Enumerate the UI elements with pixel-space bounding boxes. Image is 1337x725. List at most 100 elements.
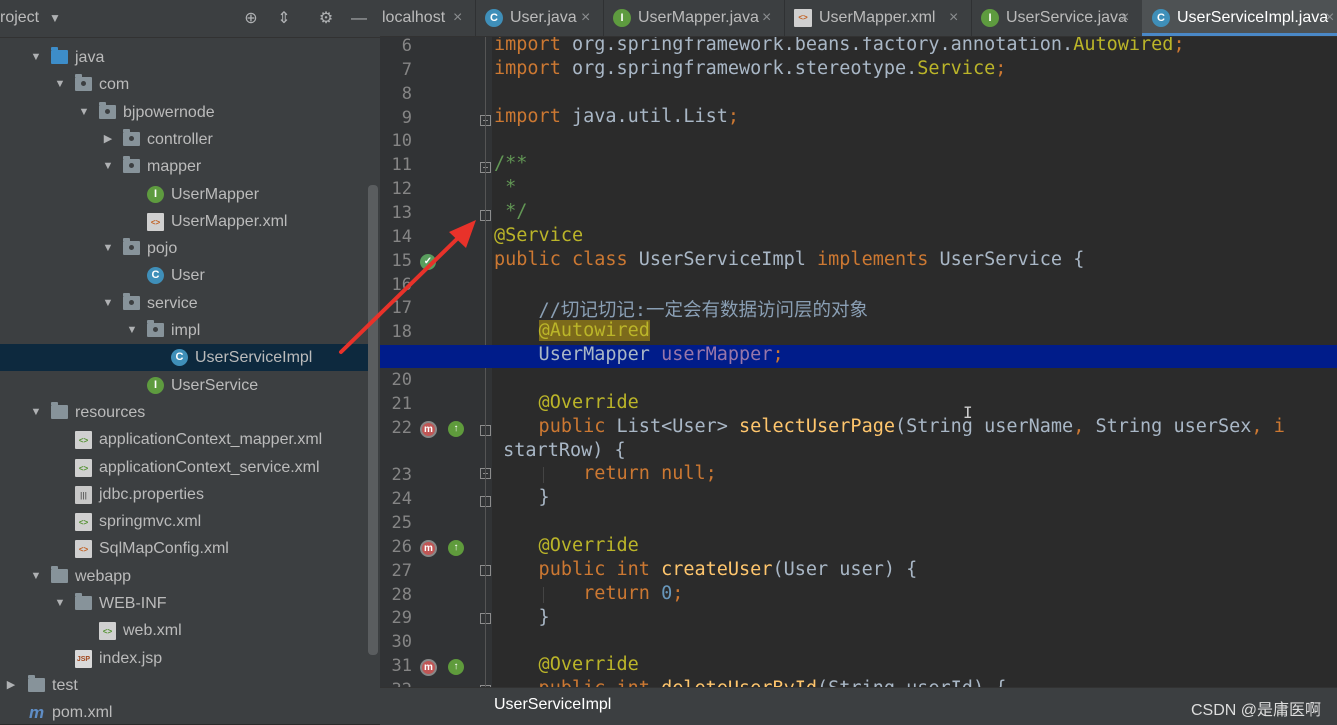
collapse-arrow-icon[interactable]: ▶: [101, 126, 115, 153]
tree-item-label: WEB-INF: [99, 595, 167, 612]
package-icon: [99, 101, 116, 119]
code-editor[interactable]: 6789101112131415161718192021222324252627…: [380, 37, 1337, 687]
close-icon[interactable]: ×: [949, 0, 958, 36]
tree-item[interactable]: ▼ WEB-INF: [0, 590, 368, 617]
override-up-icon[interactable]: ↑: [448, 539, 464, 556]
folder-icon: [51, 47, 68, 64]
xml-file-icon: <>: [75, 458, 92, 477]
project-title[interactable]: roject: [0, 9, 39, 27]
expand-arrow-icon[interactable]: ▼: [101, 153, 115, 180]
interface-icon: I: [981, 9, 999, 27]
tree-item[interactable]: <> springmvc.xml: [0, 508, 368, 535]
tree-scrollbar[interactable]: [368, 185, 378, 655]
editor-tab[interactable]: localhost ×: [380, 0, 476, 36]
tree-item[interactable]: C UserServiceImpl: [0, 344, 368, 372]
expand-arrow-icon[interactable]: ▼: [53, 71, 67, 98]
spring-bean-icon[interactable]: ✓: [420, 253, 436, 270]
tree-item[interactable]: ▼ impl: [0, 317, 368, 344]
xml-file-icon: <>: [147, 212, 164, 231]
expand-arrow-icon[interactable]: ▼: [29, 44, 43, 71]
editor-breadcrumb-bar: UserServiceImpl CSDN @是庸医啊: [380, 687, 1337, 725]
indent-guide: [543, 587, 544, 603]
tree-item[interactable]: ▼ resources: [0, 399, 368, 426]
tree-item[interactable]: ▶ controller: [0, 126, 368, 153]
indent-guide: [543, 467, 544, 483]
close-icon[interactable]: ×: [1325, 0, 1334, 36]
class-icon: C: [1152, 9, 1170, 27]
line-number: 29: [391, 608, 412, 629]
project-toolbar: roject ▼ ⊕ ⇕ ⚙ —: [0, 0, 380, 38]
editor-tab[interactable]: I UserMapper.java ×: [603, 0, 785, 36]
expand-arrow-icon[interactable]: ▼: [77, 99, 91, 126]
minimize-icon[interactable]: —: [348, 8, 370, 30]
tab-label: UserServiceImpl.java: [1177, 9, 1329, 26]
close-icon[interactable]: ×: [453, 0, 462, 36]
tree-item-label: controller: [147, 130, 213, 148]
tree-item[interactable]: ▼ java: [0, 44, 368, 71]
tree-item[interactable]: ▼ webapp: [0, 563, 368, 590]
close-icon[interactable]: ×: [581, 0, 590, 36]
line-number: 18: [391, 322, 412, 343]
ibeam-cursor-icon: I: [963, 403, 973, 422]
implements-method-icon[interactable]: m: [420, 420, 437, 438]
breadcrumb[interactable]: UserServiceImpl: [494, 696, 611, 714]
tree-item[interactable]: <> SqlMapConfig.xml: [0, 535, 368, 562]
tree-item[interactable]: ▶ test: [0, 672, 368, 699]
properties-file-icon: |||: [75, 485, 92, 504]
expand-arrow-icon[interactable]: ▼: [125, 317, 139, 344]
code-line-17: //切记切记:一定会有数据访问层的对象: [494, 300, 868, 321]
editor-tab[interactable]: <> UserMapper.xml ×: [784, 0, 972, 36]
expand-arrow-icon[interactable]: ▼: [53, 590, 67, 617]
collapse-all-icon[interactable]: ⇕: [273, 8, 295, 30]
line-number: 13: [391, 202, 412, 223]
tree-item[interactable]: ▼ bjpowernode: [0, 99, 368, 126]
tree-item[interactable]: <> web.xml: [0, 617, 368, 644]
tree-item-label: test: [52, 676, 78, 694]
tree-item[interactable]: I UserService: [0, 372, 368, 399]
expand-arrow-icon[interactable]: ▼: [101, 290, 115, 317]
tree-item-label: UserServiceImpl: [195, 349, 313, 367]
code-line-26: @Override: [494, 535, 639, 556]
expand-arrow-icon[interactable]: ▼: [29, 563, 43, 590]
tree-item[interactable]: <> applicationContext_mapper.xml: [0, 426, 368, 453]
tree-item-label: pojo: [147, 240, 178, 258]
tree-item[interactable]: ||| jdbc.properties: [0, 481, 368, 508]
tree-item[interactable]: JSP index.jsp: [0, 645, 368, 672]
tree-item[interactable]: ▼ com: [0, 71, 368, 98]
expand-arrow-icon[interactable]: ▼: [29, 399, 43, 426]
code-line-22-wrap: startRow) {: [492, 440, 626, 461]
tree-item[interactable]: I UserMapper: [0, 181, 368, 208]
locate-icon[interactable]: ⊕: [240, 8, 262, 30]
line-number: 27: [391, 560, 412, 581]
close-icon[interactable]: ×: [1120, 0, 1129, 36]
tree-item[interactable]: C User: [0, 262, 368, 289]
tree-item[interactable]: m pom.xml: [0, 699, 368, 724]
implements-method-icon[interactable]: m: [420, 659, 437, 677]
override-up-icon[interactable]: ↑: [448, 659, 464, 676]
editor-tab[interactable]: C UserServiceImpl.java ×: [1142, 0, 1337, 36]
gear-icon[interactable]: ⚙: [315, 8, 337, 30]
chevron-down-icon[interactable]: ▼: [44, 7, 66, 29]
tree-item[interactable]: ▼ pojo: [0, 235, 368, 262]
editor-tab[interactable]: C User.java ×: [475, 0, 604, 36]
line-number: 10: [391, 131, 412, 152]
line-number: 31: [391, 656, 412, 677]
tree-item[interactable]: <> applicationContext_service.xml: [0, 454, 368, 481]
code-line-6: import org.springframework.beans.factory…: [494, 37, 1185, 55]
package-icon: [123, 128, 140, 146]
implements-method-icon[interactable]: m: [420, 539, 437, 557]
tab-label: User.java: [510, 9, 577, 26]
tree-item[interactable]: ▼ mapper: [0, 153, 368, 180]
line-number: 12: [391, 179, 412, 200]
code-line-15: public class UserServiceImpl implements …: [494, 249, 1085, 270]
tree-item-label: UserService: [171, 376, 259, 394]
folder-icon: [51, 401, 68, 419]
expand-arrow-icon[interactable]: ▼: [101, 235, 115, 262]
tree-item[interactable]: <> UserMapper.xml: [0, 208, 368, 235]
tree-item[interactable]: ▼ service: [0, 290, 368, 317]
project-panel: roject ▼ ⊕ ⇕ ⚙ — ▼ java ▼ com ▼ bjpowernode ▶ c…: [0, 0, 380, 724]
collapse-arrow-icon[interactable]: ▶: [4, 672, 18, 699]
editor-tab[interactable]: I UserService.java ×: [971, 0, 1143, 36]
override-up-icon[interactable]: ↑: [448, 420, 464, 437]
close-icon[interactable]: ×: [762, 0, 771, 36]
